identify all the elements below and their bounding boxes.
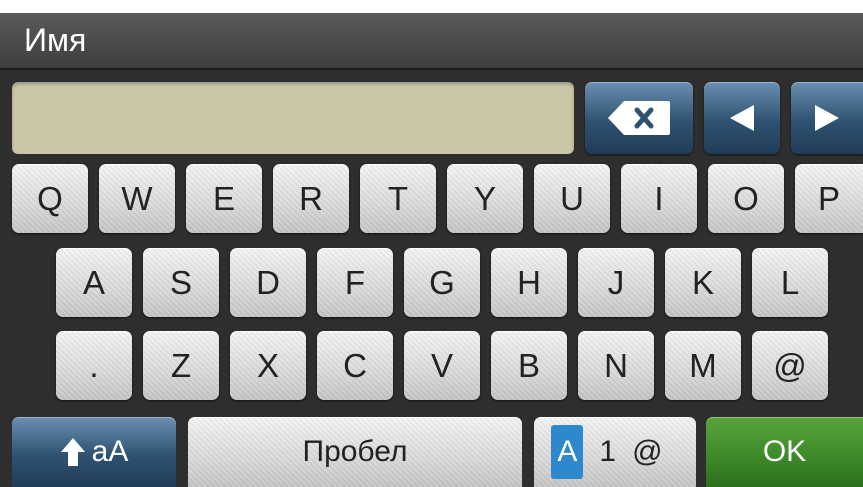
- key-f[interactable]: F: [317, 248, 393, 317]
- key-k[interactable]: K: [665, 248, 741, 317]
- cursor-right-button[interactable]: [791, 82, 863, 154]
- key-q[interactable]: Q: [12, 164, 88, 233]
- key-a[interactable]: A: [56, 248, 132, 317]
- arrow-right-icon: [815, 105, 839, 131]
- space-button[interactable]: Пробел: [188, 417, 522, 487]
- ok-button[interactable]: OK: [706, 417, 863, 487]
- key-label: D: [256, 263, 280, 301]
- space-label: Пробел: [302, 435, 408, 468]
- key-label: J: [607, 263, 625, 301]
- arrow-left-icon: [730, 105, 754, 131]
- input-mode-button[interactable]: A 1 @: [534, 417, 696, 487]
- key-p[interactable]: P: [795, 164, 863, 233]
- key-c[interactable]: C: [317, 331, 393, 400]
- key-label: X: [256, 346, 279, 384]
- key-at[interactable]: @: [752, 331, 828, 400]
- key-o[interactable]: O: [708, 164, 784, 233]
- key-label: K: [691, 263, 714, 301]
- key-w[interactable]: W: [99, 164, 175, 233]
- key-label: P: [817, 179, 840, 217]
- key-x[interactable]: X: [230, 331, 306, 400]
- screen-title: Имя: [24, 22, 87, 58]
- key-label: I: [654, 179, 664, 217]
- key-label: @: [773, 346, 807, 384]
- key-r[interactable]: R: [273, 164, 349, 233]
- ok-label: OK: [762, 435, 807, 468]
- title-bar: Имя: [0, 13, 863, 70]
- mode-numbers-label: 1: [599, 435, 617, 468]
- key-label: F: [344, 263, 366, 301]
- key-i[interactable]: I: [621, 164, 697, 233]
- key-j[interactable]: J: [578, 248, 654, 317]
- key-label: Z: [170, 346, 192, 384]
- key-label: U: [560, 179, 584, 217]
- mode-letters-indicator: A: [551, 425, 584, 479]
- key-label: B: [517, 346, 540, 384]
- key-label: O: [733, 179, 759, 217]
- key-g[interactable]: G: [404, 248, 480, 317]
- key-label: Q: [37, 179, 63, 217]
- keyboard-screen: Имя Q W E R T Y U I O P A S D F G H J K …: [0, 13, 863, 487]
- shift-label: aA: [91, 435, 129, 468]
- key-label: G: [429, 263, 455, 301]
- key-label: .: [89, 346, 99, 384]
- name-input-field[interactable]: [12, 82, 574, 154]
- backspace-button[interactable]: [585, 82, 693, 154]
- key-m[interactable]: M: [665, 331, 741, 400]
- key-u[interactable]: U: [534, 164, 610, 233]
- key-label: H: [517, 263, 541, 301]
- key-d[interactable]: D: [230, 248, 306, 317]
- key-label: N: [604, 346, 628, 384]
- key-label: S: [169, 263, 192, 301]
- key-label: W: [121, 179, 153, 217]
- key-label: Y: [473, 179, 496, 217]
- key-v[interactable]: V: [404, 331, 480, 400]
- key-period[interactable]: .: [56, 331, 132, 400]
- key-z[interactable]: Z: [143, 331, 219, 400]
- mode-symbols-label: @: [632, 435, 663, 468]
- key-label: A: [82, 263, 105, 301]
- key-t[interactable]: T: [360, 164, 436, 233]
- key-b[interactable]: B: [491, 331, 567, 400]
- key-n[interactable]: N: [578, 331, 654, 400]
- key-label: C: [343, 346, 367, 384]
- shift-case-button[interactable]: aA: [12, 417, 176, 487]
- backspace-icon: [608, 101, 670, 135]
- key-label: L: [780, 263, 800, 301]
- shift-arrow-icon: [60, 438, 85, 466]
- key-l[interactable]: L: [752, 248, 828, 317]
- key-h[interactable]: H: [491, 248, 567, 317]
- key-label: E: [212, 179, 235, 217]
- key-label: T: [387, 179, 409, 217]
- key-s[interactable]: S: [143, 248, 219, 317]
- key-e[interactable]: E: [186, 164, 262, 233]
- key-label: M: [689, 346, 717, 384]
- key-label: V: [430, 346, 453, 384]
- key-label: R: [299, 179, 323, 217]
- key-y[interactable]: Y: [447, 164, 523, 233]
- cursor-left-button[interactable]: [704, 82, 780, 154]
